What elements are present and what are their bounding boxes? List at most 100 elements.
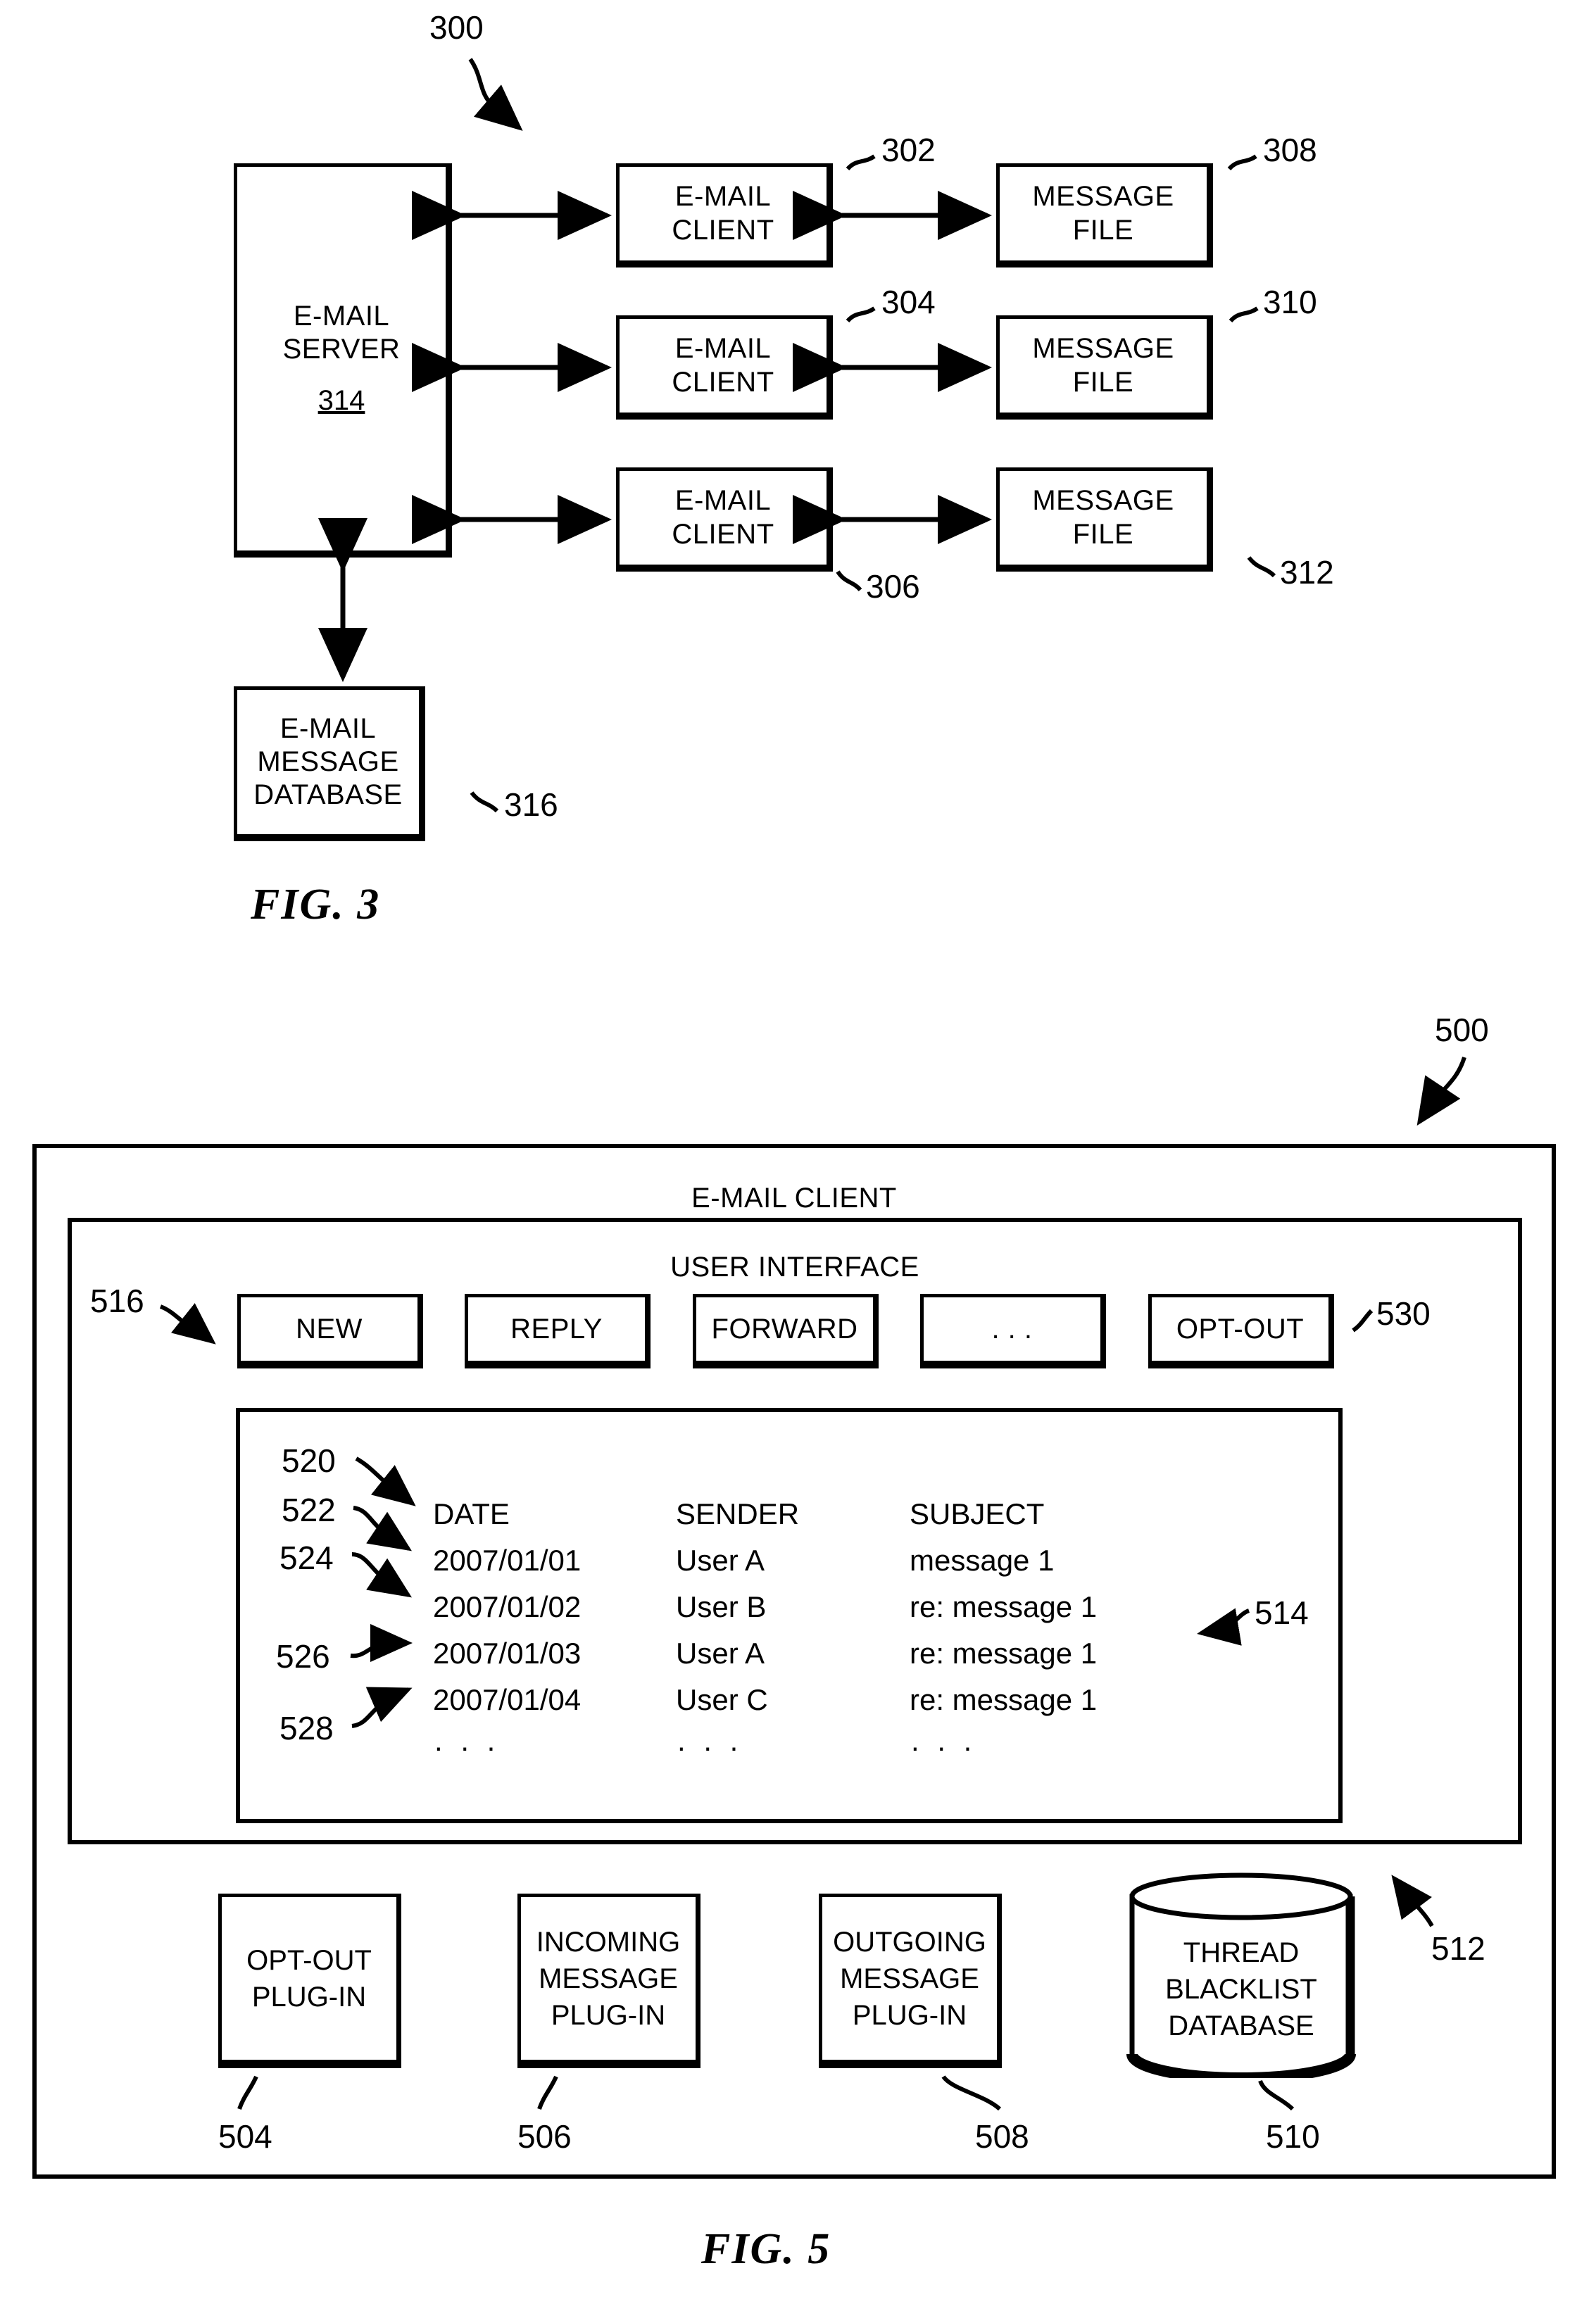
message-file-box-308: MESSAGE FILE [996,163,1213,267]
message-file-box-312: MESSAGE FILE [996,467,1213,572]
message-file-box-310: MESSAGE FILE [996,315,1213,420]
leader-302 [846,154,876,171]
thread-blacklist-database-cylinder: THREAD BLACKLIST DATABASE [1125,1872,1357,2084]
reference-numeral-524: 524 [279,1540,334,1576]
email-message-database-line3: DATABASE [253,779,403,811]
incoming-message-plugin-line1: INCOMING [536,1926,681,1958]
reference-numeral-516: 516 [90,1283,144,1319]
reference-numeral-530: 530 [1376,1295,1431,1332]
email-message-database-line1: E-MAIL [279,712,377,744]
reference-numeral-500: 500 [1435,1012,1489,1048]
email-client-box-306: E-MAIL CLIENT [616,467,833,572]
figure-5-caption: FIG. 5 [701,2225,831,2273]
opt-out-plugin-line2: PLUG-IN [251,1981,367,2013]
reference-numeral-310: 310 [1263,284,1317,320]
email-message-database-box: E-MAIL MESSAGE DATABASE [234,686,425,841]
toolbar-button-reply[interactable]: REPLY [465,1294,651,1368]
toolbar-button-forward-label: FORWARD [711,1313,858,1345]
thread-blacklist-database-line3: DATABASE [1168,2010,1314,2041]
email-server-numeral: 314 [318,385,365,417]
message-rows-continuation-sender: . . . [677,1724,743,1757]
reference-numeral-316: 316 [504,786,558,823]
email-client-304-line2: CLIENT [672,366,774,398]
reference-numeral-512: 512 [1431,1930,1485,1967]
email-server-box: E-MAIL SERVER 314 [234,163,452,558]
incoming-message-plugin-box: INCOMING MESSAGE PLUG-IN [517,1894,700,2068]
message-row-4-subject: re: message 1 [910,1683,1098,1716]
reference-numeral-508: 508 [975,2118,1029,2155]
email-server-line1: E-MAIL [293,300,390,332]
toolbar-button-reply-label: REPLY [510,1313,603,1345]
message-row-4-sender: User C [676,1683,768,1716]
leader-308 [1227,154,1257,171]
message-file-308-line1: MESSAGE [1032,181,1174,213]
email-message-database-line2: MESSAGE [257,745,399,777]
reference-numeral-306: 306 [866,568,920,605]
email-client-frame-title: E-MAIL CLIENT [691,1183,897,1214]
reference-numeral-514: 514 [1255,1594,1309,1631]
message-row-3-sender: User A [676,1637,765,1670]
reference-numeral-304: 304 [881,284,936,320]
toolbar-button-more-label: . . . [991,1313,1033,1345]
toolbar-button-forward[interactable]: FORWARD [693,1294,879,1368]
message-rows-continuation-date: . . . [434,1724,501,1757]
reference-numeral-506: 506 [517,2118,572,2155]
message-row-3-subject: re: message 1 [910,1637,1098,1670]
email-client-306-line2: CLIENT [672,518,774,550]
message-list-header-subject: SUBJECT [910,1497,1045,1530]
message-row-1-subject: message 1 [910,1544,1055,1577]
email-client-302-line2: CLIENT [672,214,774,246]
outgoing-message-plugin-line3: PLUG-IN [852,1999,967,2031]
message-row-2-subject: re: message 1 [910,1590,1098,1623]
message-list-header-date: DATE [433,1497,510,1530]
message-rows-continuation-subject: . . . [911,1724,977,1757]
reference-numeral-520: 520 [282,1442,336,1479]
toolbar-button-more[interactable]: . . . [920,1294,1106,1368]
reference-numeral-504: 504 [218,2118,272,2155]
opt-out-plugin-line1: OPT-OUT [246,1944,372,1976]
toolbar-button-new-label: NEW [296,1313,363,1345]
email-client-306-line1: E-MAIL [674,485,772,517]
email-client-304-line1: E-MAIL [674,333,772,365]
reference-numeral-300: 300 [429,9,484,46]
email-client-302-line1: E-MAIL [674,181,772,213]
user-interface-frame-title: USER INTERFACE [670,1252,919,1283]
leader-312 [1247,556,1276,578]
email-server-line2: SERVER [282,333,401,365]
message-row-1-date: 2007/01/01 [433,1544,582,1577]
thread-blacklist-database-line1: THREAD [1183,1937,1300,1968]
leader-306 [836,570,862,592]
outgoing-message-plugin-line2: MESSAGE [840,1963,979,1994]
figure-3-caption: FIG. 3 [251,881,381,928]
thread-blacklist-database-line2: BLACKLIST [1165,1974,1317,2005]
opt-out-plugin-box: OPT-OUT PLUG-IN [218,1894,401,2068]
message-row-2-sender: User B [676,1590,767,1623]
message-row-4-date: 2007/01/04 [433,1683,582,1716]
email-client-box-304: E-MAIL CLIENT [616,315,833,420]
message-row-3-date: 2007/01/03 [433,1637,582,1670]
message-file-312-line1: MESSAGE [1032,485,1174,517]
message-file-310-line1: MESSAGE [1032,333,1174,365]
reference-numeral-302: 302 [881,132,936,168]
toolbar-button-new[interactable]: NEW [237,1294,423,1368]
leader-316 [470,791,499,813]
message-file-308-line2: FILE [1072,214,1134,246]
message-list-header-sender: SENDER [676,1497,800,1530]
incoming-message-plugin-line2: MESSAGE [539,1963,678,1994]
thread-blacklist-database-label: THREAD BLACKLIST DATABASE [1125,1934,1357,2044]
reference-numeral-528: 528 [279,1710,334,1746]
leader-304 [846,306,876,323]
outgoing-message-plugin-box: OUTGOING MESSAGE PLUG-IN [819,1894,1002,2068]
message-list-panel[interactable] [236,1408,1343,1823]
patent-drawing-sheet: 300 E-MAIL SERVER 314 E-MAIL CLIENT 302 … [0,0,1596,2323]
reference-numeral-526: 526 [276,1638,330,1675]
reference-numeral-308: 308 [1263,132,1317,168]
message-row-1-sender: User A [676,1544,765,1577]
outgoing-message-plugin-line1: OUTGOING [833,1926,986,1958]
toolbar-button-opt-out[interactable]: OPT-OUT [1148,1294,1334,1368]
leader-310 [1229,306,1259,323]
reference-numeral-312: 312 [1280,554,1334,591]
reference-numeral-510: 510 [1266,2118,1320,2155]
leader-500 [1416,1057,1466,1126]
toolbar-button-opt-out-label: OPT-OUT [1176,1313,1305,1345]
